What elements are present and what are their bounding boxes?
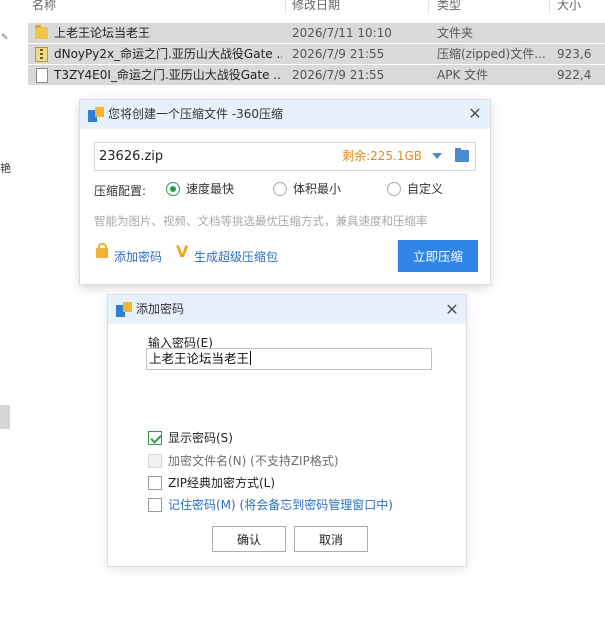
table-row[interactable]: dNoyPy2x_命运之门.亚历山大战役Gate ... 2026/7/9 21… — [28, 44, 605, 64]
file-name: 上老王论坛当老王 — [54, 26, 151, 40]
radio-icon[interactable] — [273, 182, 287, 196]
file-size: 922,4 — [557, 68, 592, 82]
archive-path-field[interactable]: 23626.zip 剩余:225.1GB — [94, 142, 476, 171]
checkbox-icon — [148, 454, 162, 468]
compress-hint: 智能为图片、视频、文档等挑选最优压缩方式，兼具速度和压缩率 — [94, 214, 428, 228]
column-header-name[interactable]: 名称 — [32, 0, 56, 14]
file-name: dNoyPy2x_命运之门.亚历山大战役Gate ... — [54, 47, 282, 61]
password-dialog-titlebar[interactable]: 添加密码 ✕ — [108, 295, 466, 324]
column-header-size[interactable]: 大小 — [557, 0, 581, 14]
folder-icon — [35, 25, 48, 39]
add-password-dialog: 添加密码 ✕ 输入密码(E) 上老王论坛当老王 显示密码(S) 加密文件名(N)… — [108, 295, 466, 566]
column-header-date[interactable]: 修改日期 — [292, 0, 340, 14]
mode-radio-label[interactable]: 体积最小 — [293, 182, 341, 196]
file-type: APK 文件 — [437, 68, 489, 82]
column-header-type[interactable]: 类型 — [437, 0, 461, 14]
super-pack-link[interactable]: 生成超级压缩包 — [194, 248, 278, 265]
text-caret — [250, 351, 252, 365]
radio-icon[interactable] — [387, 182, 401, 196]
column-divider[interactable] — [549, 0, 550, 14]
compress-dialog-titlebar[interactable]: 您将创建一个压缩文件 -360压缩 ✕ — [80, 100, 490, 129]
file-date: 2026/7/9 21:55 — [292, 68, 385, 82]
confirm-button[interactable]: 确认 — [212, 526, 286, 552]
file-date: 2026/7/9 21:55 — [292, 47, 385, 61]
radio-selected-icon[interactable] — [166, 182, 180, 196]
file-date: 2026/7/11 10:10 — [292, 26, 392, 40]
360-zip-app-icon — [116, 302, 132, 317]
file-size: 923,6 — [557, 47, 592, 61]
password-input[interactable]: 上老王论坛当老王 — [146, 348, 432, 370]
left-navigation-edge: ✎ 艳 — [0, 0, 16, 629]
super-pack-v-icon[interactable]: V — [176, 244, 188, 260]
column-divider[interactable] — [285, 0, 286, 14]
table-row[interactable]: T3ZY4E0I_命运之门.亚历山大战役Gate ... 2026/7/9 21… — [28, 65, 605, 85]
chevron-down-icon[interactable] — [432, 153, 442, 159]
archive-filename[interactable]: 23626.zip — [99, 143, 163, 170]
compress-mode-label: 压缩配置: — [94, 184, 147, 198]
browse-folder-icon[interactable] — [455, 148, 469, 162]
apk-file-icon — [36, 68, 48, 83]
checkbox-icon[interactable] — [148, 498, 162, 512]
password-input-value[interactable]: 上老王论坛当老王 — [149, 351, 249, 366]
compress-now-button[interactable]: 立即压缩 — [398, 240, 478, 272]
checkbox-icon[interactable] — [148, 476, 162, 490]
file-name: T3ZY4E0I_命运之门.亚历山大战役Gate ... — [54, 68, 282, 82]
column-divider[interactable] — [428, 0, 429, 14]
add-password-link[interactable]: 添加密码 — [114, 248, 162, 265]
file-type: 文件夹 — [437, 26, 474, 40]
left-scrollbar-thumb[interactable] — [0, 405, 10, 429]
left-edge-text: 艳 — [0, 162, 11, 175]
checkbox-label[interactable]: 显示密码(S) — [168, 431, 233, 446]
free-space-label: 剩余:225.1GB — [342, 149, 422, 163]
lock-icon[interactable] — [96, 243, 108, 258]
360-zip-app-icon — [88, 107, 104, 122]
compress-dialog: 您将创建一个压缩文件 -360压缩 ✕ 23626.zip 剩余:225.1GB… — [80, 100, 490, 284]
close-icon[interactable]: ✕ — [466, 105, 484, 123]
zip-file-icon — [35, 47, 48, 62]
checkbox-checked-icon[interactable] — [148, 431, 162, 445]
cancel-button[interactable]: 取消 — [294, 526, 368, 552]
close-icon[interactable]: ✕ — [443, 301, 461, 319]
password-dialog-title: 添加密码 — [136, 302, 185, 316]
table-row[interactable]: 上老王论坛当老王 2026/7/11 10:10 文件夹 — [28, 23, 605, 43]
checkbox-label[interactable]: ZIP经典加密方式(L) — [168, 476, 275, 491]
mode-radio-label[interactable]: 自定义 — [407, 182, 443, 196]
checkbox-label[interactable]: 记住密码(M) (将会备忘到密码管理窗口中) — [168, 498, 393, 513]
file-type: 压缩(zipped)文件... — [437, 47, 546, 61]
mode-radio-label[interactable]: 速度最快 — [186, 182, 234, 196]
checkbox-label: 加密文件名(N) (不支持ZIP格式) — [168, 454, 339, 468]
compress-dialog-title: 您将创建一个压缩文件 -360压缩 — [108, 107, 284, 121]
pin-icon[interactable]: ✎ — [1, 34, 10, 43]
